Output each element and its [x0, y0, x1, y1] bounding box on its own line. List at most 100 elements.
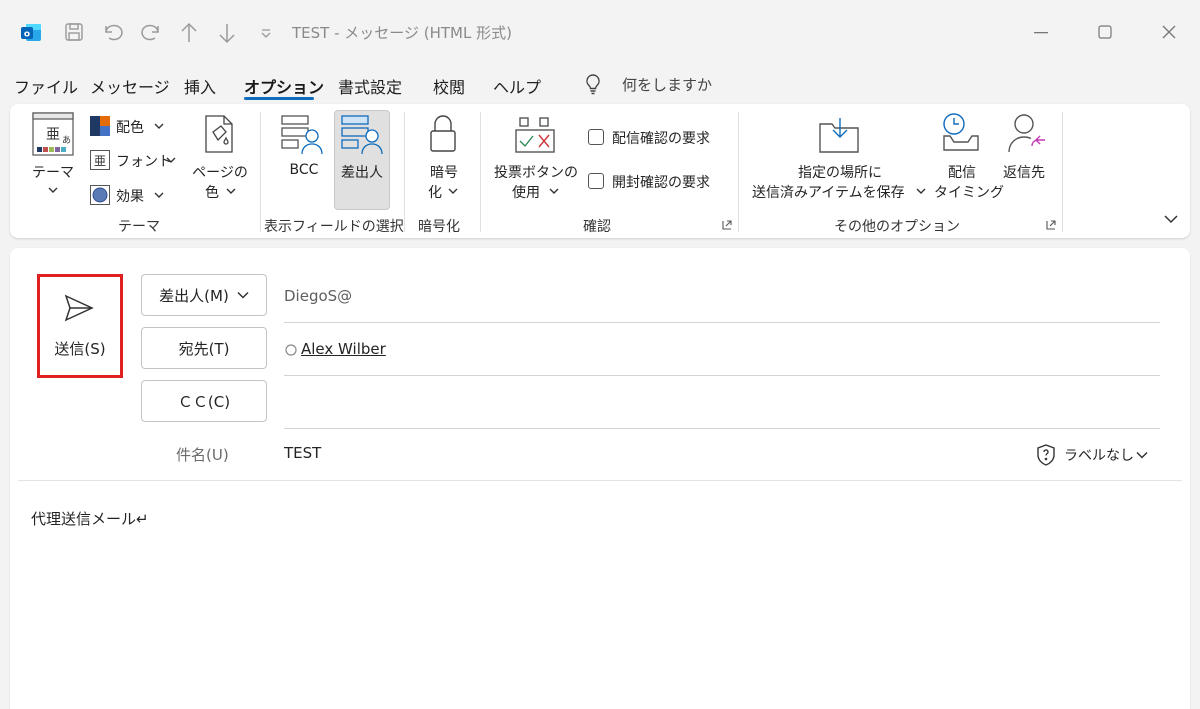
- field-divider: [284, 428, 1160, 429]
- reply-to-icon: [1006, 112, 1048, 156]
- chevron-down-icon: [549, 187, 559, 195]
- encrypt-button[interactable]: 暗号: [416, 162, 472, 182]
- cc-button[interactable]: ＣＣ(C): [141, 380, 267, 422]
- subject-field[interactable]: TEST: [284, 444, 321, 462]
- chevron-down-icon: [154, 191, 164, 199]
- chevron-down-icon: [916, 187, 926, 195]
- colors-button[interactable]: 配色: [116, 117, 144, 137]
- tab-file[interactable]: ファイル: [14, 74, 78, 98]
- from-dropdown-button[interactable]: 差出人(M): [141, 274, 267, 316]
- delay-delivery-icon: [940, 112, 984, 154]
- send-label: 送信(S): [54, 340, 106, 358]
- bcc-button[interactable]: BCC: [276, 162, 332, 178]
- sensitivity-label-dropdown[interactable]: ラベルなし: [1064, 445, 1134, 465]
- group-label-theme: テーマ: [118, 219, 160, 235]
- tab-review[interactable]: 校閲: [433, 74, 465, 98]
- presence-status-icon: [285, 344, 297, 356]
- read-receipt-checkbox[interactable]: [588, 173, 604, 189]
- lightbulb-icon: [584, 73, 602, 95]
- to-recipient-chip[interactable]: Alex Wilber: [301, 340, 386, 358]
- fonts-icon: 亜: [90, 150, 110, 170]
- maximize-icon[interactable]: [1098, 25, 1112, 39]
- dialog-launcher-icon[interactable]: [722, 220, 732, 230]
- window-title: TEST - メッセージ (HTML 形式): [292, 24, 512, 42]
- cc-field[interactable]: [284, 393, 1160, 415]
- group-label-encrypt: 暗号化: [418, 219, 460, 235]
- close-icon[interactable]: [1162, 25, 1176, 39]
- save-icon[interactable]: [64, 22, 84, 42]
- theme-button[interactable]: テーマ: [22, 162, 84, 182]
- svg-text:あ: あ: [62, 135, 71, 146]
- ribbon-divider: [260, 112, 261, 232]
- active-tab-indicator: [244, 97, 314, 100]
- message-body[interactable]: 代理送信メール↵: [31, 508, 149, 529]
- field-divider: [284, 322, 1160, 323]
- send-icon: [64, 294, 94, 322]
- outlook-logo-icon: o: [19, 21, 43, 45]
- lock-icon: [428, 114, 458, 154]
- voting-buttons-icon: [514, 114, 556, 156]
- field-divider: [284, 375, 1160, 376]
- delivery-receipt-label: 配信確認の要求: [612, 131, 710, 147]
- tab-message[interactable]: メッセージ: [90, 74, 170, 98]
- redo-icon[interactable]: [140, 22, 162, 42]
- ribbon-divider: [480, 112, 481, 232]
- chevron-down-icon: [237, 291, 249, 299]
- chevron-down-icon: [48, 186, 58, 194]
- header-body-divider: [18, 480, 1182, 481]
- delay-delivery-label-line2: タイミング: [934, 185, 1004, 201]
- page-color-icon: [200, 114, 238, 154]
- customize-toolbar-icon[interactable]: [260, 29, 272, 39]
- ribbon-divider: [738, 112, 739, 232]
- subject-label: 件名(U): [176, 446, 229, 464]
- chevron-down-icon: [154, 122, 164, 130]
- save-sent-item-button[interactable]: 指定の場所に: [760, 162, 920, 182]
- page-color-label-line2: 色: [205, 185, 219, 201]
- save-sent-item-label-line2: 送信済みアイテムを保存: [752, 185, 905, 201]
- ribbon-expand-chevron-icon[interactable]: [1164, 214, 1178, 224]
- tell-me-search[interactable]: 何をしますか: [622, 74, 712, 95]
- group-label-show-fields: 表示フィールドの選択: [264, 219, 404, 235]
- chevron-down-icon: [1136, 451, 1148, 459]
- group-label-tracking: 確認: [583, 219, 611, 235]
- fonts-button[interactable]: フォント: [116, 151, 172, 171]
- page-color-button[interactable]: ページの: [188, 162, 252, 182]
- delivery-receipt-checkbox[interactable]: [588, 129, 604, 145]
- group-label-more-options: その他のオプション: [834, 219, 960, 235]
- dialog-launcher-icon[interactable]: [1046, 220, 1056, 230]
- colors-icon: [90, 116, 110, 136]
- encrypt-label-line2: 化: [428, 185, 442, 201]
- from-button-label: 差出人(M): [159, 286, 229, 305]
- chevron-down-icon: [226, 187, 236, 195]
- ribbon-divider: [1062, 112, 1063, 232]
- effects-icon: [90, 185, 110, 205]
- reply-to-button[interactable]: 返信先: [996, 162, 1052, 182]
- down-arrow-icon[interactable]: [218, 22, 236, 44]
- tab-options[interactable]: オプション: [244, 74, 324, 98]
- from-field-icon: [340, 114, 384, 156]
- tab-format-text[interactable]: 書式設定: [338, 74, 402, 98]
- up-arrow-icon[interactable]: [180, 22, 198, 44]
- theme-icon: 亜 あ: [32, 112, 74, 156]
- minimize-icon[interactable]: [1034, 32, 1048, 34]
- delay-delivery-button[interactable]: 配信: [930, 162, 994, 182]
- read-receipt-label: 開封確認の要求: [612, 175, 710, 191]
- sensitivity-shield-icon: [1036, 444, 1056, 466]
- send-button[interactable]: [37, 274, 123, 378]
- save-sent-item-to-folder-icon: [818, 114, 860, 154]
- compose-pane: [10, 248, 1190, 709]
- svg-text:亜: 亜: [94, 154, 106, 168]
- chevron-down-icon: [448, 187, 458, 195]
- effects-button[interactable]: 効果: [116, 186, 144, 206]
- voting-buttons-button[interactable]: 投票ボタンの: [490, 162, 582, 182]
- svg-text:o: o: [24, 30, 30, 40]
- to-button[interactable]: 宛先(T): [141, 327, 267, 369]
- chevron-down-icon: [166, 156, 176, 164]
- svg-text:亜: 亜: [46, 127, 60, 143]
- voting-buttons-label-line2: 使用: [512, 185, 540, 201]
- from-field-button: 差出人: [341, 165, 383, 181]
- undo-icon[interactable]: [102, 22, 124, 42]
- tab-help[interactable]: ヘルプ: [493, 74, 541, 98]
- tab-insert[interactable]: 挿入: [184, 74, 216, 98]
- from-field[interactable]: DiegoS@: [284, 287, 352, 305]
